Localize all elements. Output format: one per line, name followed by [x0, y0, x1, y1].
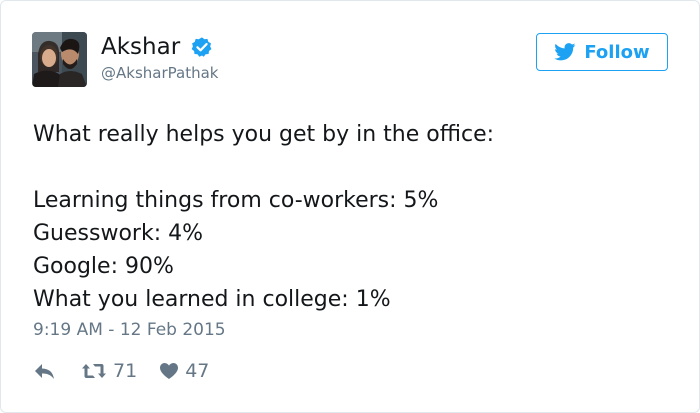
- retweet-count: 71: [113, 360, 138, 382]
- verified-badge-icon: [191, 37, 212, 57]
- twitter-bird-icon: [554, 43, 576, 61]
- tweet-text: What really helps you get by in the offi…: [33, 118, 673, 316]
- follow-button[interactable]: Follow: [536, 33, 668, 71]
- tweet-line: What you learned in college: 1%: [33, 287, 391, 312]
- tweet-actions: 71 47: [33, 357, 209, 385]
- like-button[interactable]: 47: [159, 360, 209, 382]
- user-handle[interactable]: @AksharPathak: [101, 63, 218, 83]
- retweet-button[interactable]: 71: [81, 360, 137, 382]
- tweet-card: Akshar @AksharPathak Follow What really …: [0, 0, 700, 413]
- heart-icon: [160, 363, 179, 379]
- tweet-line: Google: 90%: [33, 254, 174, 279]
- avatar-photo: [32, 32, 87, 87]
- reply-button[interactable]: [33, 361, 57, 381]
- user-name[interactable]: Akshar: [101, 32, 180, 62]
- retweet-icon: [82, 364, 106, 378]
- avatar[interactable]: [32, 32, 87, 87]
- tweet-line: Guesswork: 4%: [33, 221, 203, 246]
- tweet-timestamp[interactable]: 9:19 AM - 12 Feb 2015: [33, 319, 226, 341]
- like-count: 47: [185, 360, 210, 382]
- tweet-line: What really helps you get by in the offi…: [33, 122, 495, 147]
- reply-icon: [35, 364, 54, 379]
- tweet-line: Learning things from co-workers: 5%: [33, 188, 439, 213]
- follow-button-label: Follow: [584, 41, 650, 63]
